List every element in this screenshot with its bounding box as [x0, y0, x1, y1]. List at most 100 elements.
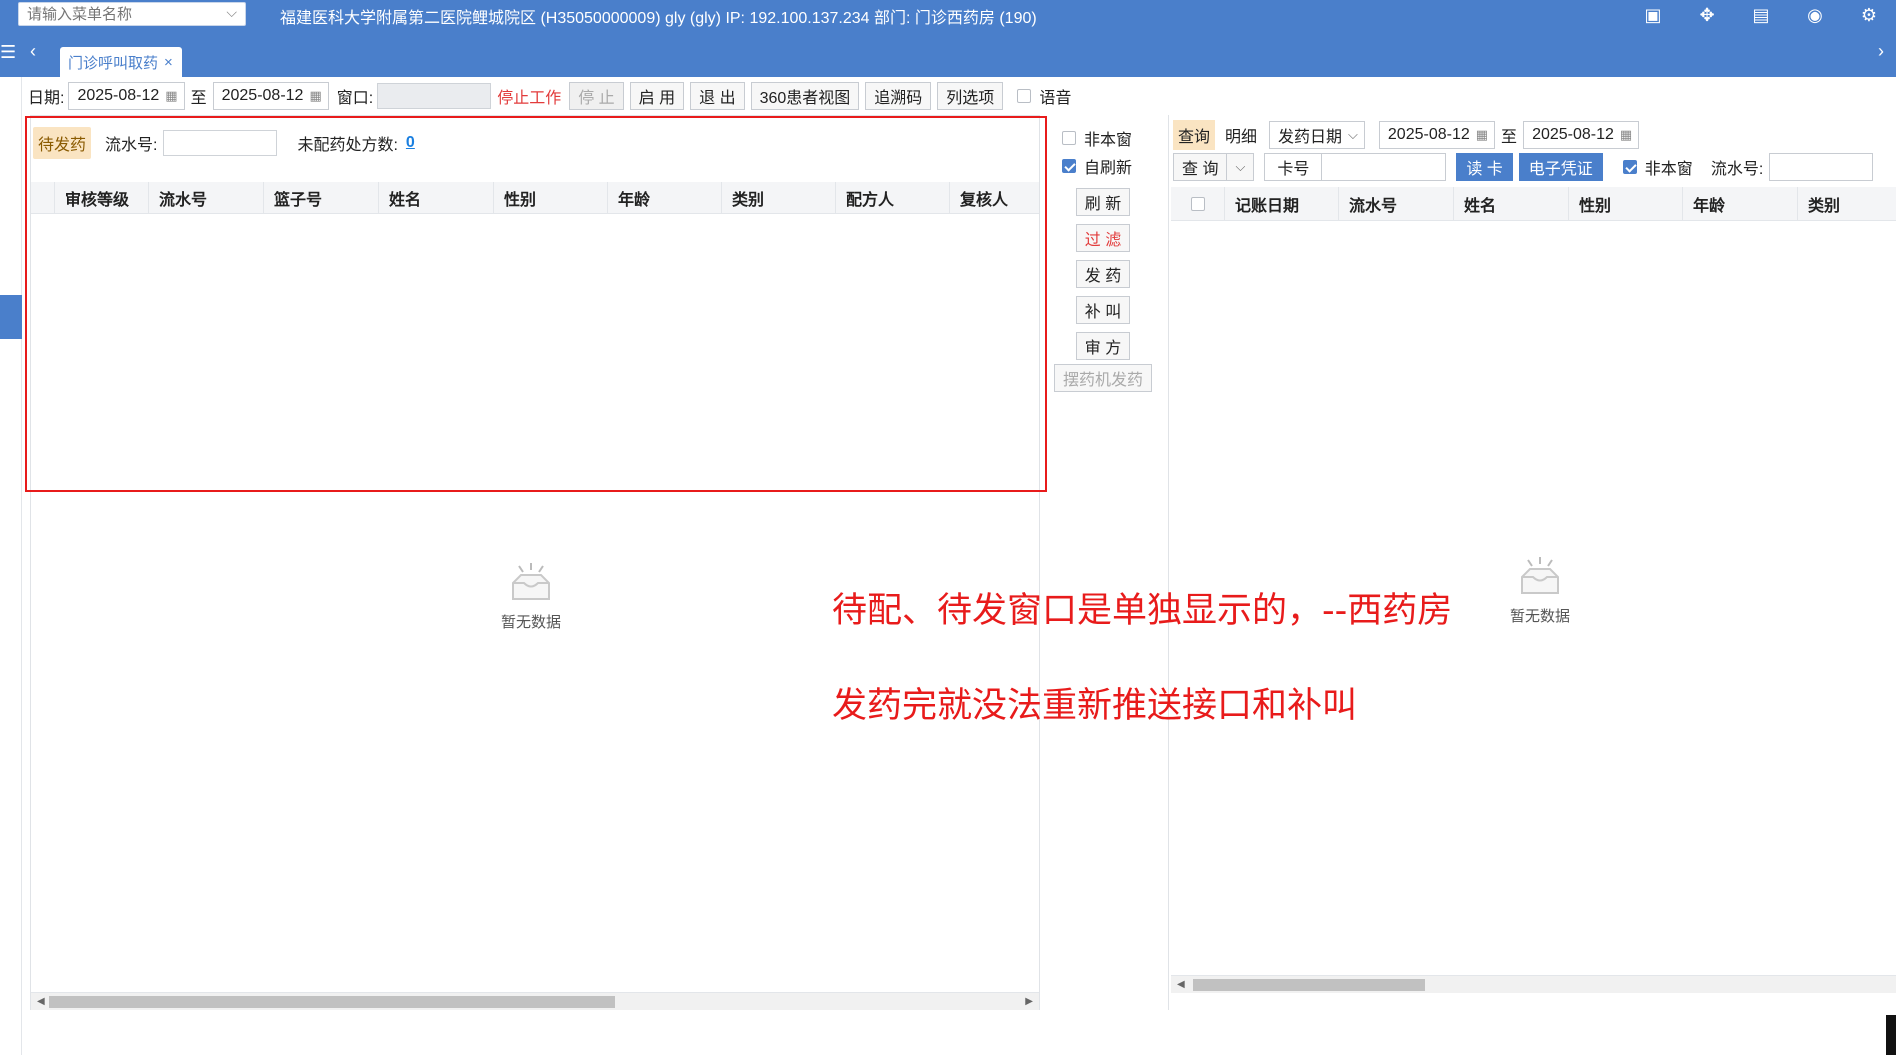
column-header[interactable]: 配方人 [836, 182, 950, 213]
scroll-left-arrow[interactable]: ◀ [37, 993, 45, 1011]
query-split-button[interactable]: 查 询 ⌵ [1173, 153, 1255, 181]
right-not-this-window-checkbox[interactable] [1622, 160, 1637, 174]
column-options-button[interactable]: 列选项 [937, 82, 1004, 110]
right-date-from-value: 2025-08-12 [1387, 126, 1470, 143]
filter-button[interactable]: 过 滤 [1075, 224, 1131, 252]
pending-dispense-panel: 待发药 流水号: 未配药处方数: 0 审核等级 流水号 篮子号 姓名 性别 年龄… [30, 115, 1040, 1010]
column-header[interactable]: 记账日期 [1225, 187, 1339, 220]
menu-search-box[interactable]: ⌵ [18, 2, 246, 26]
puzzle-icon[interactable]: ✥ [1680, 0, 1734, 30]
corner-edge [1886, 1015, 1896, 1055]
calendar-icon[interactable]: ▦ [1476, 127, 1488, 143]
column-header[interactable]: 复核人 [950, 182, 1039, 213]
column-header[interactable]: 姓名 [1454, 187, 1569, 220]
to-label: 至 [190, 90, 207, 107]
table-header-spacer [31, 182, 55, 213]
exit-button[interactable]: 退 出 [690, 82, 745, 110]
query-tab[interactable]: 查询 [1173, 120, 1216, 150]
date-from-field[interactable]: 2025-08-12 ▦ [68, 82, 185, 110]
date-to-value: 2025-08-12 [221, 87, 304, 104]
patient-360-view-button[interactable]: 360患者视图 [750, 82, 860, 110]
right-flow-number-input[interactable] [1769, 153, 1874, 181]
column-header[interactable]: 篮子号 [264, 182, 379, 213]
column-header[interactable]: 审核等级 [55, 182, 149, 213]
date-type-select[interactable]: 发药日期 ⌵ [1269, 121, 1365, 149]
not-this-window-label: 非本窗 [1084, 132, 1133, 149]
chevron-down-icon[interactable]: ⌵ [1226, 154, 1253, 180]
trace-code-button[interactable]: 追溯码 [865, 82, 932, 110]
window-label: 窗口: [336, 90, 374, 107]
right-not-this-window-label: 非本窗 [1644, 161, 1693, 178]
recall-button[interactable]: 补 叫 [1075, 296, 1131, 324]
right-date-to-field[interactable]: 2025-08-12 ▦ [1523, 121, 1640, 149]
tab-bar: ☰ ‹ 门诊呼叫取药 × › [0, 30, 1896, 77]
auto-refresh-checkbox[interactable] [1062, 159, 1076, 173]
flow-number-label: 流水号: [105, 137, 158, 154]
calendar-icon[interactable]: ▦ [1620, 127, 1632, 143]
auto-refresh-option[interactable]: 自刷新 [1052, 152, 1154, 180]
unmatched-count-link[interactable]: 0 [406, 134, 415, 152]
annotation-line-2: 发药完就没法重新推送接口和补叫 [832, 686, 1358, 726]
right-horizontal-scrollbar[interactable]: ◀ [1171, 975, 1896, 993]
not-this-window-checkbox[interactable] [1062, 131, 1076, 145]
action-column: 非本窗 自刷新 刷 新 过 滤 发 药 补 叫 审 方 摆药机发药 [1052, 124, 1154, 392]
close-icon[interactable]: × [164, 54, 173, 71]
read-card-button[interactable]: 读 卡 [1456, 153, 1513, 181]
horizontal-scrollbar[interactable]: ◀ ▶ [31, 992, 1039, 1010]
settings-icon[interactable]: ⚙ [1842, 0, 1896, 30]
stop-work-status: 停止工作 [497, 90, 562, 107]
column-header[interactable]: 流水号 [149, 182, 264, 213]
card-number-input[interactable] [1322, 153, 1447, 181]
date-type-value: 发药日期 [1278, 129, 1343, 146]
screen-icon[interactable]: ▣ [1626, 0, 1680, 30]
menu-search-input[interactable] [19, 3, 215, 25]
review-prescription-button[interactable]: 审 方 [1075, 332, 1131, 360]
dispense-button[interactable]: 发 药 [1075, 260, 1131, 288]
refresh-button[interactable]: 刷 新 [1075, 188, 1131, 216]
enable-button[interactable]: 启 用 [629, 82, 685, 110]
right-date-from-field[interactable]: 2025-08-12 ▦ [1378, 121, 1496, 149]
select-all-cell[interactable] [1171, 187, 1225, 220]
chevron-down-icon[interactable]: ⌵ [226, 4, 237, 21]
flow-number-input[interactable] [163, 130, 278, 156]
tab-scroll-right-icon[interactable]: › [1878, 41, 1884, 62]
column-header[interactable]: 类别 [1798, 187, 1895, 220]
select-all-checkbox[interactable] [1190, 196, 1205, 211]
detail-tab[interactable]: 明细 [1225, 123, 1257, 147]
column-header[interactable]: 年龄 [608, 182, 722, 213]
eye-icon[interactable]: ◉ [1788, 0, 1842, 30]
menu-toggle-icon[interactable]: ☰ [0, 42, 16, 63]
annotation-line-1: 待配、待发窗口是单独显示的，--西药房 [832, 591, 1453, 631]
scroll-left-arrow[interactable]: ◀ [1177, 976, 1185, 994]
right-empty-text: 暂无数据 [1510, 608, 1571, 625]
column-header[interactable]: 类别 [722, 182, 836, 213]
calendar-icon[interactable]: ▦ [309, 88, 321, 104]
window-select[interactable] [377, 83, 492, 109]
document-icon[interactable]: ▤ [1734, 0, 1788, 30]
query-button-label[interactable]: 查 询 [1174, 155, 1226, 179]
column-header[interactable]: 年龄 [1683, 187, 1798, 220]
scrollbar-thumb[interactable] [1193, 979, 1425, 991]
right-to-label: 至 [1501, 129, 1518, 146]
date-to-field[interactable]: 2025-08-12 ▦ [212, 82, 329, 110]
voice-checkbox[interactable] [1017, 89, 1032, 103]
tab-label: 门诊呼叫取药 [68, 54, 159, 72]
column-header[interactable]: 性别 [494, 182, 608, 213]
not-this-window-option[interactable]: 非本窗 [1052, 124, 1154, 152]
scrollbar-thumb[interactable] [49, 996, 615, 1008]
column-header[interactable]: 流水号 [1339, 187, 1454, 220]
scroll-right-arrow[interactable]: ▶ [1025, 993, 1033, 1011]
dispensed-query-panel: 查询 明细 发药日期 ⌵ 2025-08-12 ▦ 至 2025-08-12 ▦… [1168, 115, 1896, 1010]
top-header: ⌵ 福建医科大学附属第二医院鲤城院区 (H35050000009) gly (g… [0, 0, 1896, 30]
tab-scroll-left-icon[interactable]: ‹ [30, 41, 36, 62]
column-header[interactable]: 性别 [1569, 187, 1683, 220]
machine-dispense-button[interactable]: 摆药机发药 [1053, 364, 1152, 392]
column-header[interactable]: 姓名 [379, 182, 494, 213]
tab-outpatient-call[interactable]: 门诊呼叫取药 × [60, 47, 182, 77]
e-voucher-button[interactable]: 电子凭证 [1518, 153, 1603, 181]
date-from-value: 2025-08-12 [77, 87, 160, 104]
pending-dispense-tag[interactable]: 待发药 [33, 127, 92, 159]
stop-button[interactable]: 停 止 [569, 82, 624, 110]
side-nav-selected[interactable] [0, 295, 22, 339]
calendar-icon[interactable]: ▦ [165, 88, 177, 104]
